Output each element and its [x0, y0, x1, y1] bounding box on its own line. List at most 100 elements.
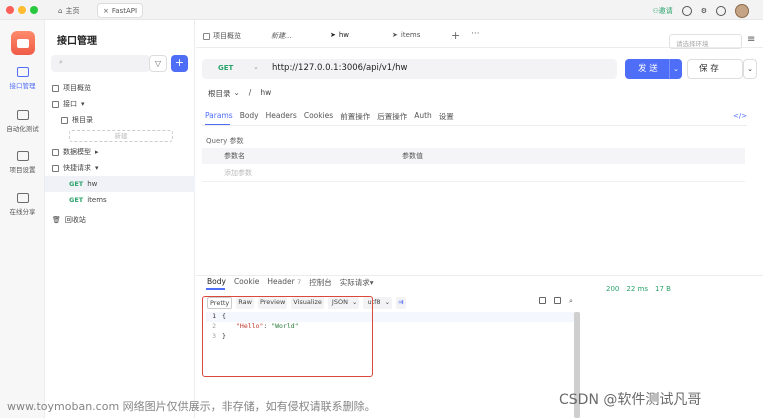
sidebar-search-input[interactable]: ⌕ [51, 55, 150, 72]
tree-item-data-models[interactable]: 数据模型 ▸ [45, 144, 195, 160]
invite-button[interactable]: ⚇邀请 [652, 6, 672, 16]
rail-item-api-management[interactable]: 接口管理 [0, 67, 45, 90]
tree-item-label: 数据模型 [63, 148, 91, 156]
divider [202, 125, 747, 126]
settings-gear-icon[interactable]: ⚙ [701, 7, 707, 15]
rail-item-project-settings[interactable]: 项目设置 [0, 151, 45, 174]
calendar-icon [16, 67, 29, 77]
tab-project-overview[interactable]: 项目概览 [203, 31, 241, 41]
tree-item-root-folder[interactable]: 根目录 [45, 112, 195, 128]
tree-item-hw[interactable]: GET hw [45, 176, 195, 192]
method-badge: GET [69, 180, 84, 188]
response-status: 200 22 ms 17 B [606, 285, 671, 293]
rail-item-label: 项目设置 [9, 166, 36, 174]
tab-hw[interactable]: ➤ hw [330, 31, 349, 39]
code-icon[interactable]: </> [733, 112, 747, 120]
sync-icon[interactable] [681, 6, 692, 16]
method-badge: GET [69, 196, 84, 204]
tree-item-label: 接口 [63, 100, 77, 108]
tree-item-project-overview[interactable]: 项目概览 [45, 80, 195, 96]
filter-button[interactable]: ▽ [149, 55, 167, 72]
minimize-window-button[interactable] [18, 6, 26, 14]
close-window-button[interactable] [6, 6, 14, 14]
tab-settings[interactable]: 设置 [439, 111, 454, 122]
tab-pre-request[interactable]: 前置操作 [340, 111, 370, 122]
status-code: 200 [606, 285, 620, 293]
tree-item-label: 项目概览 [63, 84, 91, 92]
watermark-right: CSDN @软件测试凡哥 [559, 392, 702, 408]
tree-item-label: 快捷请求 [63, 164, 91, 172]
active-response-tab-indicator [206, 288, 225, 290]
search-icon: ⌕ [59, 58, 63, 66]
copy-icon[interactable] [554, 297, 561, 304]
tab-body[interactable]: Body [240, 111, 259, 122]
url-bar[interactable]: GET ⌄ http://127.0.0.1:3006/api/v1/hw [202, 59, 617, 79]
tab-cookies[interactable]: Cookies [304, 111, 333, 122]
tab-response-body[interactable]: Body [207, 277, 226, 288]
rail-item-label: 自动化测试 [6, 125, 39, 133]
save-button[interactable]: 保 存 ⌄ [687, 59, 757, 79]
tab-auth[interactable]: Auth [414, 111, 432, 122]
more-tabs-button[interactable]: ··· [471, 29, 480, 39]
column-header-param-value: 参数值 [402, 152, 423, 160]
response-time: 22 ms [626, 285, 648, 293]
chevron-right-icon: ▸ [95, 148, 99, 156]
main-panel: 项目概览 新建... ➤ hw ➤ items + ··· 请选择环境 ≡ GE… [196, 20, 763, 418]
tab-label: items [400, 31, 421, 39]
title-bar-actions: ⚇邀请 ⚙ [652, 4, 749, 18]
menu-icon[interactable]: ≡ [747, 35, 757, 45]
url-input[interactable]: http://127.0.0.1:3006/api/v1/hw [272, 63, 407, 73]
response-divider[interactable] [196, 275, 763, 276]
rail-item-automation-test[interactable]: 自动化测试 [0, 110, 45, 133]
tree-item-interfaces[interactable]: 接口 ▾ [45, 96, 195, 112]
close-tab-icon[interactable]: × [103, 7, 109, 15]
tab-headers[interactable]: Headers [266, 111, 297, 122]
tab-response-cookie[interactable]: Cookie [234, 277, 259, 288]
column-header-param-name: 参数名 [224, 152, 245, 160]
new-item-button[interactable]: 新建 [69, 130, 173, 142]
response-tools: ⌕ [539, 297, 573, 306]
user-avatar[interactable] [735, 4, 749, 18]
sidebar-title: 接口管理 [57, 36, 97, 47]
query-params-label: Query 参数 [206, 137, 244, 145]
tree-item-quick-requests[interactable]: 快捷请求 ▾ [45, 160, 195, 176]
wrap-icon[interactable]: ⇉ [396, 297, 406, 309]
breadcrumb-root[interactable]: 根目录 [208, 88, 231, 99]
tab-console[interactable]: 控制台 [309, 277, 332, 288]
filter-icon: ▽ [154, 59, 162, 68]
rail-item-online-share[interactable]: 在线分享 [0, 193, 45, 216]
add-param-row[interactable]: 添加参数 [202, 164, 745, 182]
tab-actual-request[interactable]: 实际请求▾ [340, 277, 374, 288]
send-button[interactable]: 发 送 ⌄ [625, 59, 682, 79]
tab-items[interactable]: ➤ items [392, 31, 420, 39]
rail-item-label: 在线分享 [9, 208, 36, 216]
tab-post-request[interactable]: 后置操作 [377, 111, 407, 122]
nav-rail: 接口管理 自动化测试 项目设置 在线分享 [0, 20, 45, 418]
save-options-chevron-icon[interactable]: ⌄ [743, 59, 757, 79]
send-options-chevron-icon[interactable]: ⌄ [669, 59, 682, 79]
tab-new[interactable]: 新建... [271, 31, 292, 41]
environment-select[interactable]: 请选择环境 [669, 34, 742, 49]
tab-response-header[interactable]: Header 7 [267, 277, 301, 288]
add-button[interactable]: + [171, 55, 188, 72]
new-tab-button[interactable]: + [451, 29, 460, 42]
breadcrumb-separator: / [248, 88, 252, 97]
window-tab-fastapi[interactable]: × FastAPI [97, 3, 144, 18]
tab-label: 实际请求 [339, 278, 370, 287]
download-icon[interactable] [539, 297, 546, 304]
notification-icon[interactable] [716, 6, 726, 16]
maximize-window-button[interactable] [30, 6, 38, 14]
tab-params[interactable]: Params [205, 111, 233, 122]
settings-icon [16, 151, 29, 161]
window-tab-home[interactable]: ⌂ 主页 [58, 3, 79, 18]
chevron-down-icon: ▾ [95, 164, 99, 172]
response-tabs: Body Cookie Header 7 控制台 实际请求▾ [207, 277, 374, 288]
search-icon[interactable]: ⌕ [569, 297, 573, 306]
folder-icon [61, 116, 68, 124]
method-select[interactable]: GET [218, 64, 233, 72]
tree-item-recycle-bin[interactable]: 🗑 回收站 [45, 212, 195, 228]
tab-label: 新建... [271, 32, 292, 40]
tree-item-items[interactable]: GET items [45, 192, 195, 208]
share-doc-icon [16, 193, 29, 203]
params-table-header: 参数名 参数值 [202, 148, 745, 164]
